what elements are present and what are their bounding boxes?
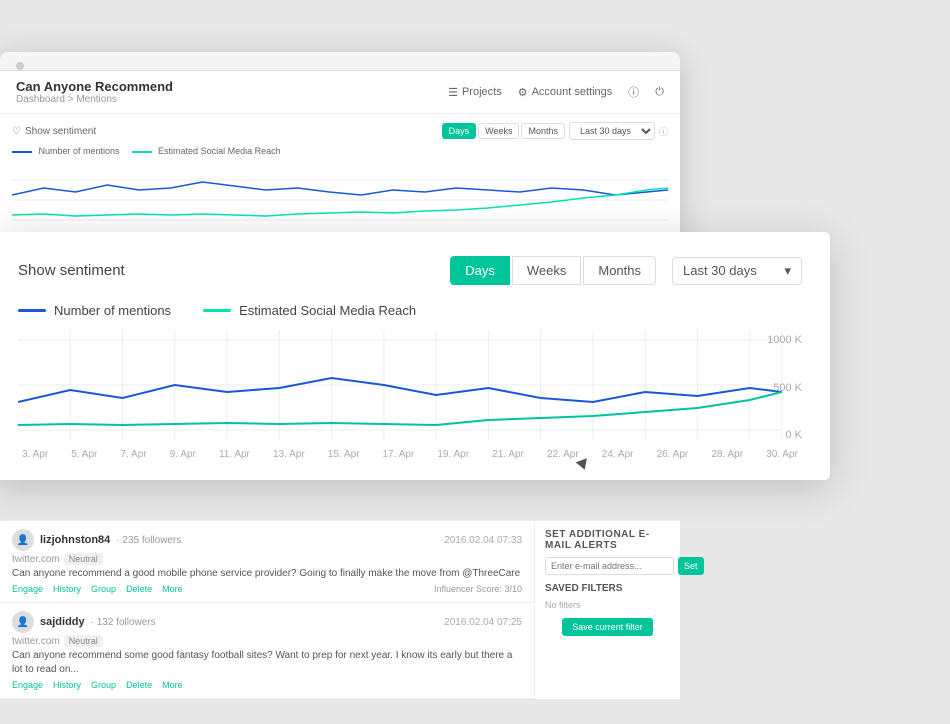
posts-panel: 👤 lizjohnston84 · 235 followers 2016.02.…: [0, 521, 535, 699]
group-btn[interactable]: Group: [91, 584, 116, 594]
post-followers: · 235 followers: [116, 535, 181, 546]
app-title: Can Anyone Recommend: [16, 79, 173, 94]
save-filter-button[interactable]: Save current filter: [562, 618, 653, 636]
history-btn[interactable]: History: [53, 584, 81, 594]
email-input[interactable]: [545, 557, 674, 575]
weeks-button[interactable]: Weeks: [512, 256, 582, 285]
range-dropdown[interactable]: Last 30 days ▾: [672, 257, 802, 285]
x-label: 5. Apr: [71, 449, 97, 460]
y-label-0: 0 K: [767, 429, 802, 441]
power-icon[interactable]: ⏻: [655, 86, 664, 99]
x-label: 17. Apr: [383, 449, 415, 460]
x-label: 11. Apr: [219, 449, 250, 460]
engage-btn[interactable]: Engage: [12, 680, 43, 690]
help-icon[interactable]: ⓘ: [628, 84, 639, 100]
post-source: twitter.com: [12, 554, 60, 565]
mentions-legend-dash: [18, 309, 46, 312]
chart-container-small: ♡ Show sentiment Days Weeks Months Last …: [0, 114, 680, 243]
reach-legend-label: Estimated Social Media Reach: [239, 303, 416, 318]
app-header: Can Anyone Recommend Dashboard > Mention…: [0, 71, 680, 114]
show-sentiment-label: Show sentiment: [18, 262, 125, 279]
delete-btn[interactable]: Delete: [126, 680, 152, 690]
small-chart-svg: [12, 160, 668, 230]
group-btn[interactable]: Group: [91, 680, 116, 690]
reach-legend: Estimated Social Media Reach: [203, 303, 416, 318]
more-btn[interactable]: More: [162, 584, 183, 594]
hamburger-icon[interactable]: ☰ Projects: [448, 86, 502, 99]
avatar: 👤: [12, 529, 34, 551]
projects-label: Projects: [462, 86, 502, 98]
post-actions: Engage History Group Delete More: [12, 680, 522, 690]
x-axis-labels: 3. Apr 5. Apr 7. Apr 9. Apr 11. Apr 13. …: [18, 449, 802, 460]
account-settings-nav[interactable]: ⚙ Account settings: [518, 86, 613, 99]
months-btn-small[interactable]: Months: [521, 123, 565, 139]
sentiment-row: Show sentiment Days Weeks Months Last 30…: [18, 256, 802, 285]
x-label: 30. Apr: [766, 449, 798, 460]
post-actions: Engage History Group Delete More Influen…: [12, 584, 522, 594]
email-alerts-title: SET ADDITIONAL E-MAIL ALERTS: [545, 529, 670, 551]
overlay-card: Show sentiment Days Weeks Months Last 30…: [0, 232, 830, 480]
post-username: lizjohnston84: [40, 534, 110, 546]
post-date: 2016.02.04 07:33: [444, 535, 522, 546]
legend-row: Number of mentions Estimated Social Medi…: [18, 303, 802, 318]
x-label: 3. Apr: [22, 449, 48, 460]
months-button[interactable]: Months: [583, 256, 656, 285]
browser-chrome: [0, 52, 680, 71]
influencer-score: Influencer Score: 3/10: [434, 584, 522, 594]
sentiment-badge: Neutral: [64, 553, 103, 565]
x-label: 13. Apr: [273, 449, 305, 460]
days-btn-small[interactable]: Days: [442, 123, 477, 139]
y-axis-labels: 1000 K 500 K 0 K: [767, 330, 802, 445]
header-nav: ☰ Projects ⚙ Account settings ⓘ ⏻: [448, 84, 664, 100]
sidebar-panel: SET ADDITIONAL E-MAIL ALERTS Set SAVED F…: [535, 521, 680, 699]
post-text: Can anyone recommend a good mobile phone…: [12, 567, 522, 581]
x-label: 7. Apr: [120, 449, 146, 460]
post-date: 2016.02.04 07:25: [444, 617, 522, 628]
weeks-btn-small[interactable]: Weeks: [478, 123, 519, 139]
post-item: 👤 lizjohnston84 · 235 followers 2016.02.…: [0, 521, 534, 603]
x-label: 19. Apr: [437, 449, 469, 460]
main-chart: 1000 K 500 K 0 K: [18, 330, 802, 445]
post-username: sajdiddy: [40, 616, 85, 628]
x-label: 22. Apr: [547, 449, 579, 460]
chevron-down-icon: ▾: [784, 263, 791, 279]
days-button[interactable]: Days: [450, 256, 510, 285]
avatar: 👤: [12, 611, 34, 633]
legend-small: Number of mentions Estimated Social Medi…: [12, 146, 668, 156]
post-followers: · 132 followers: [91, 617, 156, 628]
show-sentiment-small: ♡ Show sentiment: [12, 126, 96, 137]
email-row: Set: [545, 557, 670, 575]
main-chart-svg: [18, 330, 802, 440]
delete-btn[interactable]: Delete: [126, 584, 152, 594]
x-label: 24. Apr: [602, 449, 634, 460]
x-label: 15. Apr: [328, 449, 360, 460]
y-label-1000: 1000 K: [767, 334, 802, 346]
post-item: 👤 sajdiddy · 132 followers 2016.02.04 07…: [0, 603, 534, 699]
x-label: 21. Apr: [492, 449, 524, 460]
post-text: Can anyone recommend some good fantasy f…: [12, 649, 522, 677]
mentions-legend-label: Number of mentions: [54, 303, 171, 318]
engage-btn[interactable]: Engage: [12, 584, 43, 594]
range-dropdown-small[interactable]: Last 30 days: [569, 122, 655, 140]
saved-filters-title: SAVED FILTERS: [545, 583, 670, 594]
period-buttons: Days Weeks Months: [450, 256, 656, 285]
period-buttons-small: Days Weeks Months: [442, 123, 565, 139]
sentiment-badge: Neutral: [64, 635, 103, 647]
set-button[interactable]: Set: [678, 557, 704, 575]
post-source: twitter.com: [12, 636, 60, 647]
mentions-legend: Number of mentions: [18, 303, 171, 318]
info-icon-small: ⓘ: [659, 125, 668, 138]
breadcrumb: Dashboard > Mentions: [16, 94, 173, 105]
browser-dot: [16, 62, 24, 70]
account-settings-label: Account settings: [532, 86, 613, 98]
history-btn[interactable]: History: [53, 680, 81, 690]
x-label: 9. Apr: [170, 449, 196, 460]
reach-legend-dash: [203, 309, 231, 312]
more-btn[interactable]: More: [162, 680, 183, 690]
x-label: 26. Apr: [657, 449, 689, 460]
no-filters-label: No filters: [545, 600, 670, 610]
y-label-500: 500 K: [767, 382, 802, 394]
x-label: 28. Apr: [711, 449, 743, 460]
bottom-section: 👤 lizjohnston84 · 235 followers 2016.02.…: [0, 520, 680, 699]
